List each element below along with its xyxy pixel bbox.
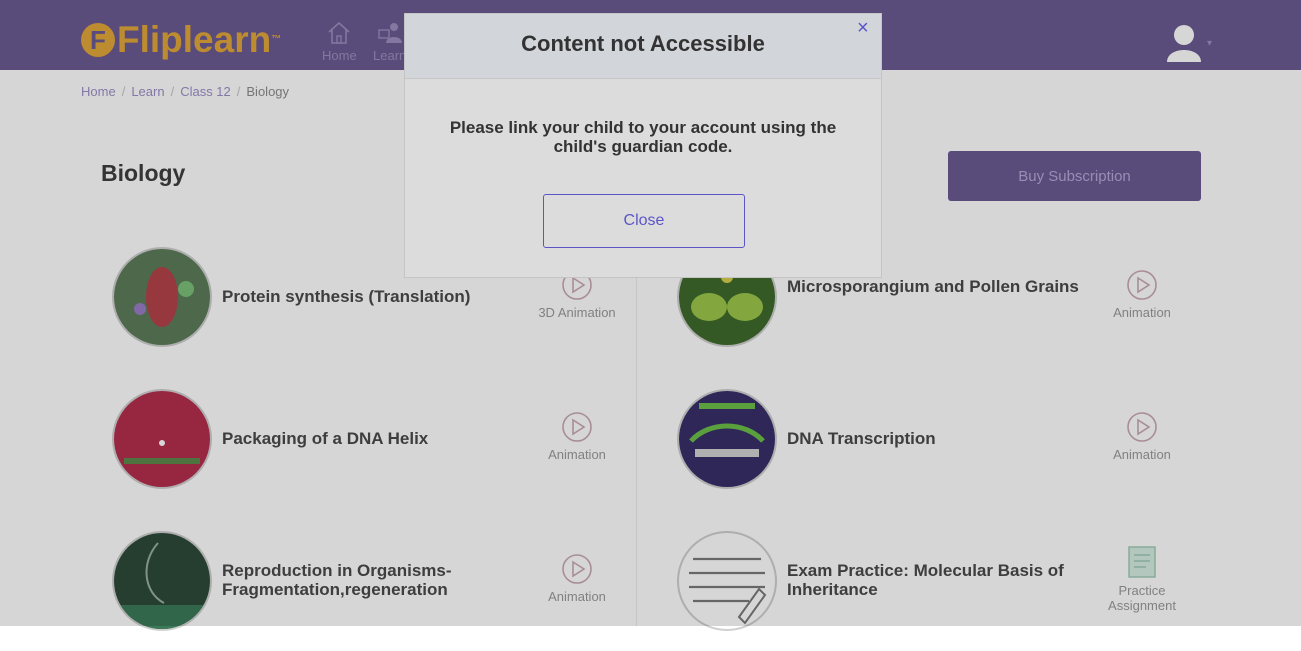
- modal-title: Content not Accessible: [521, 31, 765, 56]
- close-icon[interactable]: ×: [857, 18, 869, 38]
- modal-message: Please link your child to your account u…: [449, 118, 837, 156]
- modal-header: Content not Accessible ×: [405, 14, 881, 79]
- content-not-accessible-modal: Content not Accessible × Please link you…: [404, 13, 882, 278]
- close-button[interactable]: Close: [543, 194, 745, 248]
